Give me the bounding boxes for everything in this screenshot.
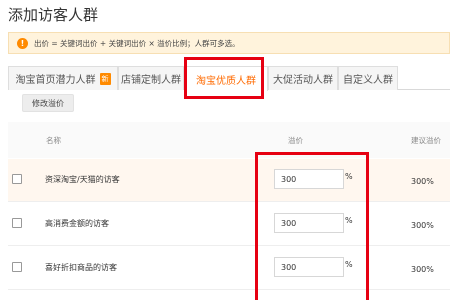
premium-column-highlight-box: [255, 152, 369, 300]
row-checkbox[interactable]: [12, 262, 22, 272]
row-name: 资深淘宝/天猫的访客: [45, 175, 120, 184]
table-row: 喜好折扣商品的访客 % 300%: [8, 247, 450, 290]
tab-homepage-potential[interactable]: 淘宝首页潜力人群 新: [8, 66, 118, 90]
edit-premium-button[interactable]: 修改溢价: [22, 94, 74, 112]
tab-label: 大促活动人群: [273, 75, 333, 86]
page-title: 添加访客人群: [8, 6, 99, 24]
suggested-premium: 300%: [411, 221, 434, 230]
row-checkbox[interactable]: [12, 174, 22, 184]
notice-bar: ! 出价 = 关键词出价 + 关键词出价 × 溢价比例；人群可多选。: [8, 32, 450, 54]
column-premium-header: 溢价: [288, 136, 303, 145]
table-header: 名称 溢价 建议溢价: [8, 122, 450, 158]
suggested-premium: 300%: [411, 177, 434, 186]
tab-label: 淘宝首页潜力人群: [15, 75, 96, 86]
tab-label: 店铺定制人群: [121, 75, 181, 86]
tab-highlight-box: [184, 57, 264, 99]
column-name-header: 名称: [46, 136, 61, 145]
table-row: 资深淘宝/天猫的访客 % 300%: [8, 159, 450, 202]
tab-custom-audience[interactable]: 自定义人群: [338, 66, 398, 90]
table-row: 高消费金额的访客 % 300%: [8, 203, 450, 246]
exclamation-icon: !: [17, 37, 28, 49]
column-suggested-header: 建议溢价: [411, 136, 441, 145]
row-checkbox[interactable]: [12, 218, 22, 228]
suggested-premium: 300%: [411, 265, 434, 274]
tab-store-custom[interactable]: 店铺定制人群: [118, 66, 184, 90]
new-badge: 新: [99, 72, 111, 85]
notice-text: 出价 = 关键词出价 + 关键词出价 × 溢价比例；人群可多选。: [34, 38, 240, 48]
tab-promotion-audience[interactable]: 大促活动人群: [268, 66, 338, 90]
row-name: 高消费金额的访客: [45, 219, 109, 228]
tab-label: 自定义人群: [343, 75, 393, 86]
row-name: 喜好折扣商品的访客: [45, 263, 117, 272]
